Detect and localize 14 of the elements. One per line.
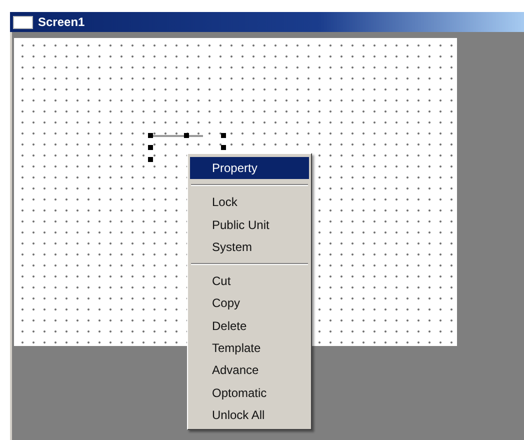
- menu-item[interactable]: Advance: [190, 359, 309, 382]
- menu-item[interactable]: Cut: [190, 270, 309, 292]
- selected-line-drawing[interactable]: [148, 133, 228, 163]
- menu-item[interactable]: Optomatic: [190, 382, 309, 404]
- menu-item[interactable]: Unlock All: [190, 404, 309, 426]
- menu-item[interactable]: Public Unit: [190, 214, 309, 236]
- menu-item[interactable]: Template: [190, 337, 309, 360]
- menu-item[interactable]: System: [190, 236, 309, 258]
- window-icon: [13, 16, 33, 28]
- menu-item[interactable]: Lock: [190, 191, 309, 214]
- menu-item[interactable]: Delete: [190, 314, 309, 338]
- menu-item[interactable]: Copy: [190, 292, 309, 315]
- window-title: Screen1: [38, 15, 85, 29]
- menu-item[interactable]: Property: [190, 157, 309, 180]
